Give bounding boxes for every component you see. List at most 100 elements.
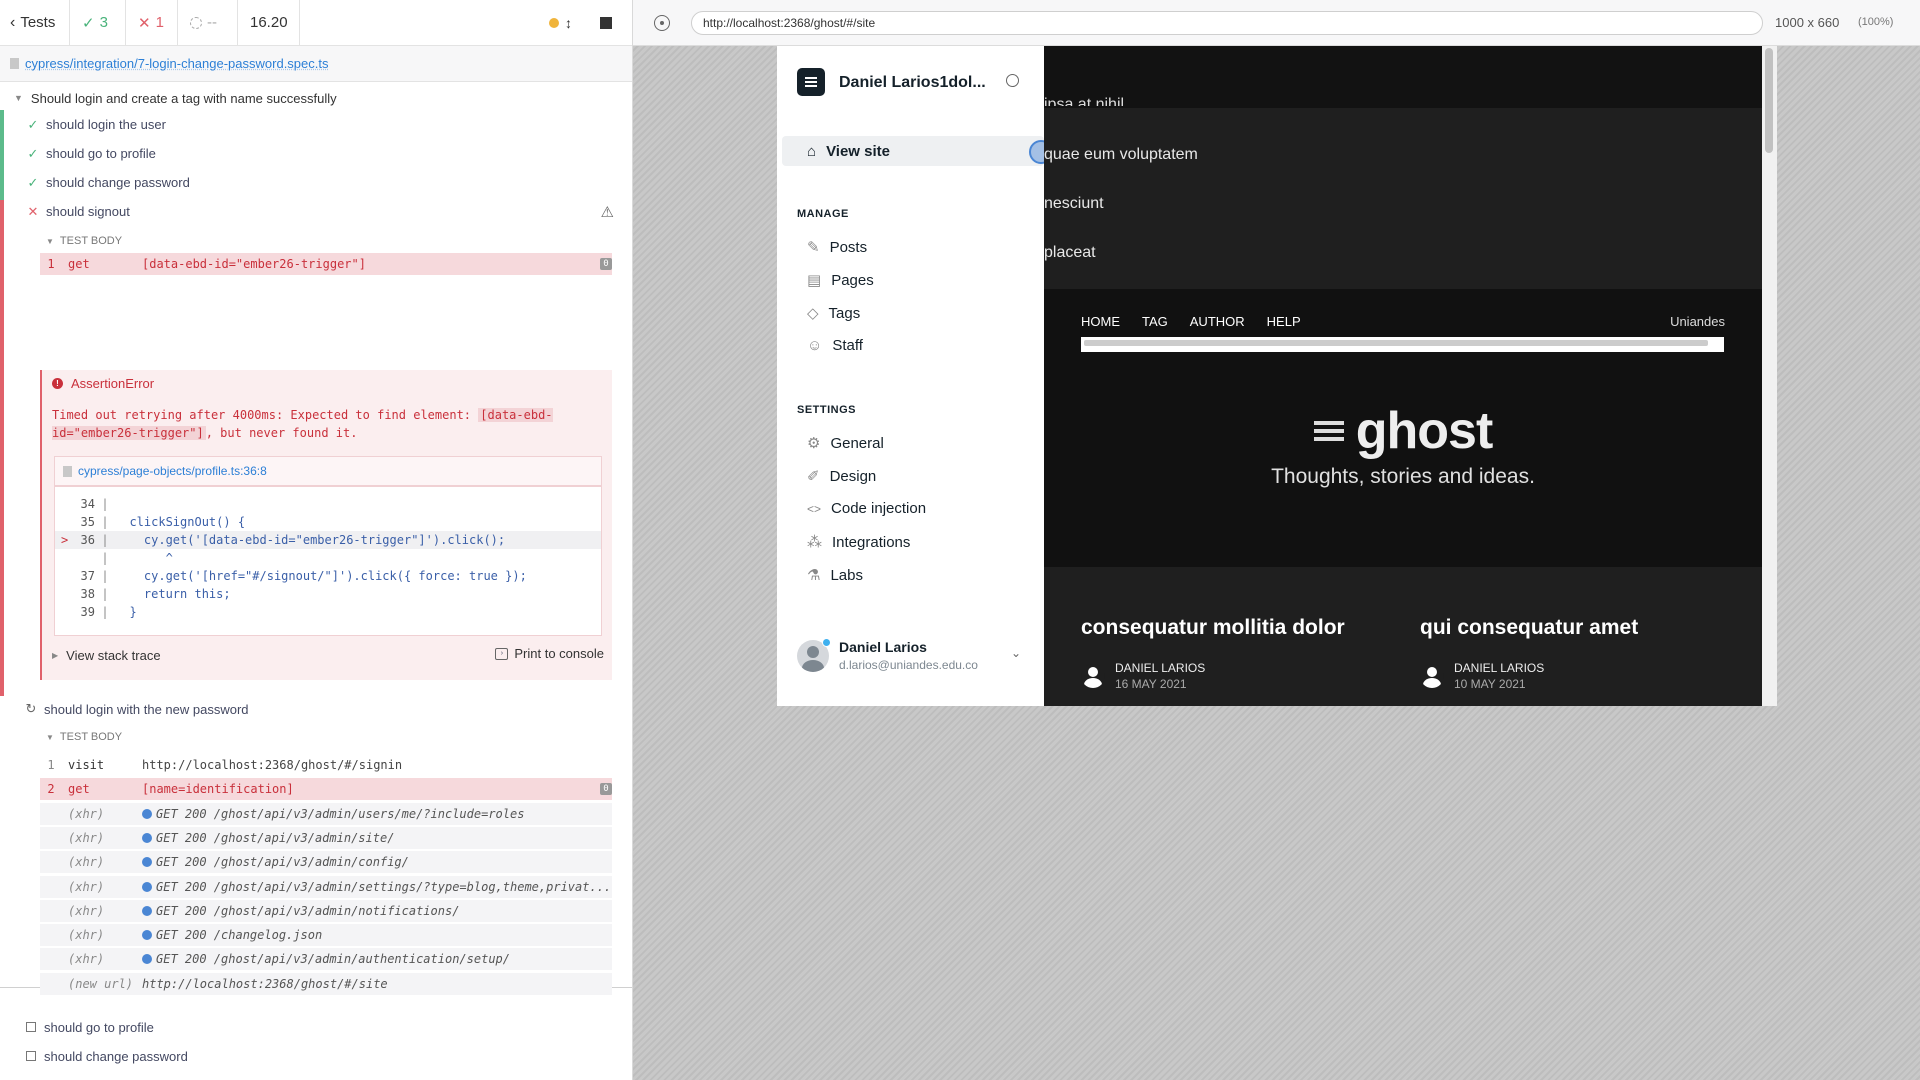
stack-trace-toggle[interactable]: ▶ View stack trace bbox=[52, 648, 161, 663]
command-row[interactable]: 1 get [data-ebd-id="ember26-trigger"] 0 bbox=[40, 253, 612, 275]
nav-design[interactable]: ✐ Design bbox=[807, 467, 876, 486]
command-row[interactable]: (new url) http://localhost:2368/ghost/#/s… bbox=[40, 972, 612, 995]
error-file-link[interactable]: cypress/page-objects/profile.ts:36:8 bbox=[78, 464, 267, 478]
post-title-fragment[interactable]: quae eum voluptatem bbox=[1044, 146, 1198, 164]
code-line: 34 | bbox=[55, 495, 601, 513]
error-title: AssertionError bbox=[71, 376, 155, 391]
nav-tags[interactable]: ◇ Tags bbox=[807, 304, 861, 323]
code-line-number: 34 bbox=[80, 497, 95, 511]
post-author[interactable]: DANIEL LARIOS bbox=[1454, 661, 1544, 675]
check-icon: ✓ bbox=[82, 14, 95, 32]
search-icon[interactable] bbox=[1006, 74, 1019, 87]
posts-icon: ✎ bbox=[807, 239, 820, 256]
command-name: (xhr) bbox=[68, 903, 105, 918]
nav-posts[interactable]: ✎ Posts bbox=[807, 238, 867, 257]
checkbox-icon bbox=[26, 1051, 36, 1061]
site-nav-help[interactable]: HELP bbox=[1267, 314, 1301, 329]
command-row[interactable]: (xhr) GET 200 /ghost/api/v3/admin/users/m… bbox=[40, 802, 612, 825]
command-row[interactable]: (xhr) GET 200 /ghost/api/v3/admin/config/ bbox=[40, 851, 612, 874]
command-row[interactable]: (xhr) GET 200 /ghost/api/v3/admin/site/ bbox=[40, 826, 612, 849]
url-text: http://localhost:2368/ghost/#/site bbox=[703, 16, 876, 30]
code-line: >36 | cy.get('[data-ebd-id="ember26-trigg… bbox=[55, 531, 601, 549]
nav-integrations[interactable]: ⁂ Integrations bbox=[807, 533, 910, 552]
site-logo[interactable]: ghost bbox=[1044, 401, 1762, 461]
pending-count[interactable]: -- bbox=[178, 0, 238, 46]
test-item[interactable]: ✓ should go to profile bbox=[0, 139, 632, 168]
nav-staff[interactable]: ☺ Staff bbox=[807, 337, 863, 354]
scroll-toggle-icon[interactable]: ↕ bbox=[565, 15, 572, 31]
xhr-status-dot-icon bbox=[142, 954, 152, 965]
test-body-header[interactable]: ▼ TEST BODY bbox=[0, 728, 632, 746]
flask-icon: ⚗ bbox=[807, 567, 821, 584]
suite-title: Should login and create a tag with name … bbox=[30, 90, 337, 106]
site-nav-tag[interactable]: TAG bbox=[1142, 314, 1168, 329]
test-item[interactable]: should change password bbox=[0, 1044, 632, 1068]
failed-count[interactable]: ✕ 1 bbox=[126, 0, 178, 46]
command-message: [name=identification] bbox=[142, 782, 600, 796]
command-row[interactable]: 2 get [name=identification] 0 bbox=[40, 778, 612, 801]
command-row[interactable]: (xhr) GET 200 /ghost/api/v3/admin/setting… bbox=[40, 875, 612, 898]
post-card[interactable]: consequatur mollitia dolor bbox=[1081, 616, 1401, 640]
test-item[interactable]: ✓ should login the user bbox=[0, 110, 632, 139]
nav-code-injection[interactable]: <> Code injection bbox=[807, 500, 926, 517]
chevron-left-icon: ‹ bbox=[10, 13, 16, 31]
test-item[interactable]: ✓ should change password bbox=[0, 168, 632, 197]
stop-button[interactable] bbox=[600, 16, 612, 29]
code-line-number: 37 bbox=[80, 569, 95, 583]
command-row[interactable]: (xhr) GET 200 /ghost/api/v3/admin/authent… bbox=[40, 948, 612, 971]
iframe-scrollbar[interactable] bbox=[1762, 46, 1777, 706]
spec-path-link[interactable]: cypress/integration/7-login-change-passw… bbox=[25, 56, 329, 71]
command-name: (new url) bbox=[68, 976, 134, 991]
nav-pages[interactable]: ▤ Pages bbox=[807, 271, 874, 290]
command-name: (xhr) bbox=[68, 830, 105, 845]
passed-count[interactable]: ✓ 3 bbox=[70, 0, 126, 46]
nav-label: Tags bbox=[828, 304, 861, 322]
element-count-badge: 0 bbox=[600, 783, 612, 796]
tests-back-button[interactable]: ‹ Tests bbox=[0, 0, 70, 46]
manage-heading: MANAGE bbox=[797, 208, 849, 220]
code-line: | ^ bbox=[55, 549, 601, 567]
test-item-failed[interactable]: ✕ should signout ⚠ bbox=[0, 197, 632, 226]
test-body-header[interactable]: ▼ TEST BODY bbox=[0, 232, 632, 250]
nav-general[interactable]: ⚙ General bbox=[807, 434, 884, 453]
scrollbar-thumb[interactable] bbox=[1765, 48, 1773, 153]
site-title[interactable]: Daniel Larios1dol... bbox=[839, 74, 986, 92]
check-icon: ✓ bbox=[27, 145, 39, 161]
test-title: should change password bbox=[44, 1048, 188, 1064]
pending-number: -- bbox=[207, 14, 217, 31]
chevron-down-icon[interactable]: ⌄ bbox=[1011, 646, 1021, 660]
code-line-text: cy.get('[href="#/signout/"]').click({ fo… bbox=[115, 569, 527, 583]
site-icon[interactable] bbox=[797, 68, 825, 96]
command-row[interactable]: 1 visit http://localhost:2368/ghost/#/sign… bbox=[40, 754, 612, 776]
code-line: 38 | return this; bbox=[55, 585, 601, 603]
warning-icon: ⚠ bbox=[600, 203, 614, 221]
settings-heading: SETTINGS bbox=[797, 404, 857, 416]
command-row[interactable]: (xhr) GET 200 /ghost/api/v3/admin/notific… bbox=[40, 899, 612, 922]
selector-playground-icon[interactable] bbox=[654, 15, 670, 31]
post-card-title[interactable]: qui consequatur amet bbox=[1420, 616, 1740, 640]
site-topbar bbox=[1044, 46, 1762, 108]
code-line-separator: | bbox=[101, 587, 109, 601]
test-item-running[interactable]: ↻ should login with the new password bbox=[0, 696, 632, 722]
user-name[interactable]: Daniel Larios bbox=[839, 639, 927, 655]
print-to-console-label: Print to console bbox=[514, 646, 604, 661]
test-item[interactable]: should go to profile bbox=[0, 1015, 632, 1039]
post-author[interactable]: DANIEL LARIOS bbox=[1115, 661, 1205, 675]
command-message-text: GET 200 /ghost/api/v3/admin/notification… bbox=[156, 903, 460, 918]
post-title-fragment[interactable]: nesciunt bbox=[1044, 195, 1104, 213]
command-name: get bbox=[68, 257, 90, 271]
url-bar[interactable]: http://localhost:2368/ghost/#/site bbox=[691, 11, 1763, 35]
site-nav-author[interactable]: AUTHOR bbox=[1190, 314, 1245, 329]
suite-header[interactable]: ▼ Should login and create a tag with nam… bbox=[0, 86, 632, 110]
site-nav-right[interactable]: Uniandes bbox=[1670, 314, 1725, 329]
nav-labs[interactable]: ⚗ Labs bbox=[807, 566, 863, 585]
command-row[interactable]: (xhr) GET 200 /changelog.json bbox=[40, 924, 612, 947]
post-card-title[interactable]: consequatur mollitia dolor bbox=[1081, 616, 1401, 640]
nav-view-site[interactable]: ⌂ View site bbox=[807, 143, 890, 160]
site-nav-home[interactable]: HOME bbox=[1081, 314, 1120, 329]
element-count-badge: 0 bbox=[600, 258, 612, 270]
print-to-console-button[interactable]: › Print to console bbox=[495, 646, 604, 661]
post-title-fragment[interactable]: placeat bbox=[1044, 244, 1096, 262]
post-card[interactable]: qui consequatur amet bbox=[1420, 616, 1740, 640]
site-tagline: Thoughts, stories and ideas. bbox=[1271, 465, 1535, 488]
